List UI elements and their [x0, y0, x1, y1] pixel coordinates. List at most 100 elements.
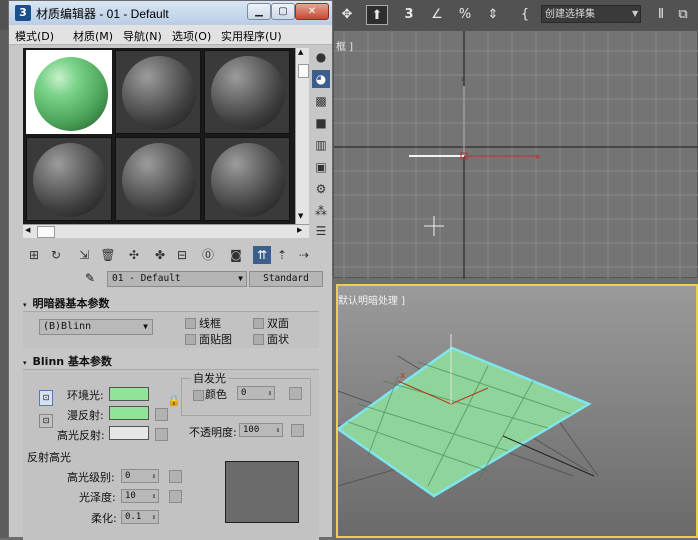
menu-utilities[interactable]: 实用程序(U) [221, 28, 282, 44]
perspective-viewport[interactable]: x [335, 284, 698, 538]
shader-rollout-title: 明暗器基本参数 [32, 297, 110, 310]
lock-ambient-diffuse-map-icon[interactable]: ⊡ [39, 390, 53, 406]
material-name-field[interactable]: 01 - Default ▼ [107, 271, 247, 287]
sample-uv-tiling-icon[interactable]: ■ [312, 114, 330, 132]
align-icon[interactable]: ⧉ [676, 5, 690, 25]
spinner-arrows-icon[interactable]: ⇕ [152, 490, 156, 502]
show-end-result-icon[interactable]: ⇈ [253, 246, 271, 264]
spinner-arrows-icon[interactable]: ⇕ [152, 470, 156, 482]
select-tool-icon[interactable]: ⬆ [366, 5, 388, 25]
material-type-button[interactable]: Standard [249, 271, 323, 287]
mirror-icon[interactable]: ⫴ [654, 5, 668, 25]
named-selection-set-dropdown[interactable]: 创建选择集 [541, 5, 641, 23]
specular-color-swatch[interactable] [109, 426, 149, 440]
self-illum-spinner[interactable]: 0 ⇕ [237, 386, 275, 400]
material-map-navigator-icon[interactable]: ☰ [312, 222, 330, 240]
specular-level-map-button[interactable] [169, 470, 182, 483]
menu-navigation[interactable]: 导航(N) [123, 28, 162, 44]
soften-spinner[interactable]: 0.1 ⇕ [121, 510, 159, 524]
edit-named-selection-icon[interactable]: { [514, 5, 536, 25]
app-icon: 3 [15, 5, 31, 21]
title-bar[interactable]: 3 材质编辑器 - 01 - Default ▁ ▢ ✕ [9, 1, 332, 25]
menu-bar: 模式(D) 材质(M) 导航(N) 选项(O) 实用程序(U) [9, 25, 332, 45]
diffuse-map-button[interactable] [155, 408, 168, 421]
select-by-material-icon[interactable]: ⁂ [312, 202, 330, 220]
blinn-rollout-header[interactable]: ▾ Blinn 基本参数 [23, 353, 319, 369]
scroll-right-icon[interactable]: ▶ [297, 226, 302, 234]
scroll-left-icon[interactable]: ◀ [25, 226, 30, 234]
material-toolbar: ⊞ ↻ ⇲ 🗑 ✣ ✤ ⊟ ⓪ ◙ ⇈ ⇡ ⇢ [23, 245, 333, 267]
sample-slot[interactable] [204, 137, 290, 221]
make-unique-icon[interactable]: ✤ [151, 246, 169, 264]
lock-icon[interactable]: 🔒 [167, 394, 181, 407]
close-button[interactable]: ✕ [295, 3, 329, 20]
self-illum-color-checkbox[interactable] [193, 390, 204, 401]
snap-3d-icon[interactable]: 3 [398, 5, 420, 25]
spinner-arrows-icon[interactable]: ⇕ [152, 511, 156, 523]
spinner-snap-icon[interactable]: ⇕ [482, 5, 504, 25]
show-shaded-material-icon[interactable]: ◙ [227, 246, 245, 264]
opacity-map-button[interactable] [291, 424, 304, 437]
self-illum-value: 0 [241, 388, 247, 398]
top-viewport-label[interactable]: 框 ] [336, 38, 353, 53]
get-material-icon[interactable]: ⊞ [25, 246, 43, 264]
angle-snap-icon[interactable]: ∠ [426, 5, 448, 25]
shader-rollout-header[interactable]: ▾ 明暗器基本参数 [23, 295, 319, 311]
sample-sphere [34, 57, 108, 131]
wire-checkbox[interactable] [185, 318, 196, 329]
face-map-label: 面贴图 [199, 333, 232, 346]
scroll-down-icon[interactable]: ▼ [298, 212, 303, 220]
reset-map-icon[interactable]: 🗑 [99, 246, 117, 264]
lock-diffuse-specular-map-icon[interactable]: ⊡ [39, 414, 53, 428]
spinner-arrows-icon[interactable]: ⇕ [268, 387, 272, 399]
put-to-scene-icon[interactable]: ↻ [47, 246, 65, 264]
sample-slot[interactable] [26, 137, 112, 221]
put-to-library-icon[interactable]: ⊟ [173, 246, 191, 264]
options-icon[interactable]: ⚙ [312, 180, 330, 198]
maximize-button[interactable]: ▢ [271, 3, 295, 20]
specular-map-button[interactable] [155, 428, 168, 441]
sample-slot[interactable] [204, 50, 290, 134]
go-to-parent-icon[interactable]: ⇡ [273, 246, 291, 264]
video-color-check-icon[interactable]: ▥ [312, 136, 330, 154]
sample-slot[interactable] [115, 50, 201, 134]
sample-slot[interactable] [115, 137, 201, 221]
specular-level-spinner[interactable]: 0 ⇕ [121, 469, 159, 483]
opacity-spinner[interactable]: 100 ⇕ [239, 423, 283, 437]
menu-material[interactable]: 材质(M) [73, 28, 113, 44]
backlight-icon[interactable]: ◕ [312, 70, 330, 88]
scroll-thumb[interactable] [298, 64, 309, 78]
background-checker-icon[interactable]: ▩ [312, 92, 330, 110]
self-illum-map-button[interactable] [289, 387, 302, 400]
menu-mode[interactable]: 模式(D) [15, 28, 54, 44]
make-preview-icon[interactable]: ▣ [312, 158, 330, 176]
ambient-color-swatch[interactable] [109, 387, 149, 401]
make-copy-icon[interactable]: ✣ [125, 246, 143, 264]
sample-slot[interactable] [26, 50, 112, 134]
material-id-channel-icon[interactable]: ⓪ [199, 246, 217, 264]
go-forward-sibling-icon[interactable]: ⇢ [295, 246, 313, 264]
material-name-row: ✎ 01 - Default ▼ Standard [23, 271, 333, 289]
menu-options[interactable]: 选项(O) [172, 28, 211, 44]
face-map-checkbox[interactable] [185, 334, 196, 345]
sample-sphere [33, 143, 107, 217]
spinner-arrows-icon[interactable]: ⇕ [276, 424, 280, 436]
perspective-viewport-label[interactable]: 默认明暗处理 ] [338, 292, 405, 307]
glossiness-spinner[interactable]: 10 ⇕ [121, 489, 159, 503]
diffuse-color-swatch[interactable] [109, 406, 149, 420]
minimize-button[interactable]: ▁ [247, 3, 271, 20]
faceted-checkbox[interactable] [253, 334, 264, 345]
scroll-thumb[interactable] [37, 226, 55, 238]
slots-horizontal-scrollbar[interactable]: ◀ ▶ [23, 224, 309, 238]
percent-snap-icon[interactable]: % [454, 5, 476, 25]
assign-to-selection-icon[interactable]: ⇲ [75, 246, 93, 264]
two-sided-checkbox[interactable] [253, 318, 264, 329]
sample-type-icon[interactable]: ● [312, 48, 330, 66]
scroll-up-icon[interactable]: ▲ [298, 48, 303, 56]
shader-type-dropdown[interactable]: (B)Blinn ▼ [39, 319, 153, 335]
eyedropper-icon[interactable]: ✎ [85, 271, 95, 285]
move-icon[interactable]: ✥ [340, 5, 354, 25]
top-viewport[interactable]: x z [333, 30, 698, 279]
slots-vertical-scrollbar[interactable]: ▲ ▼ [295, 48, 309, 224]
glossiness-map-button[interactable] [169, 490, 182, 503]
